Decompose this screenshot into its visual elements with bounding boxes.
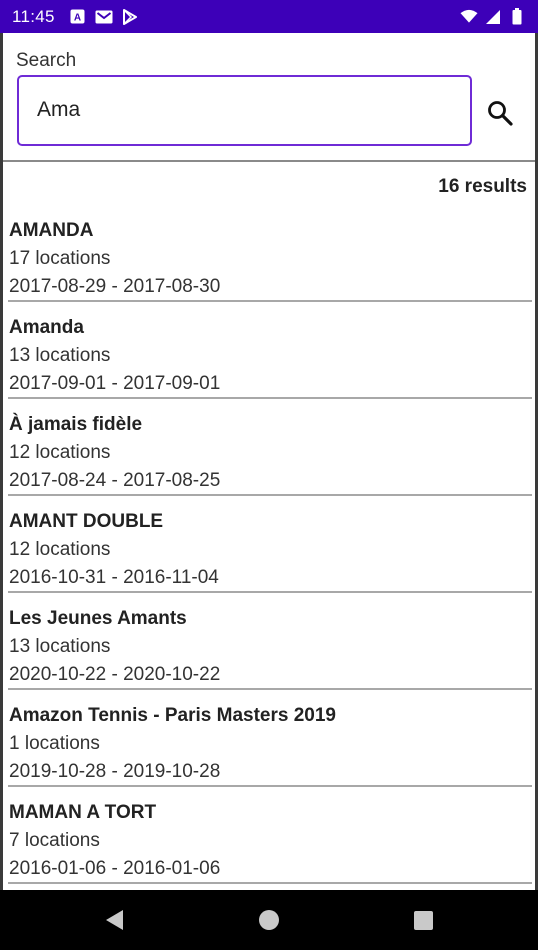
search-field[interactable] xyxy=(17,75,472,146)
search-area: Search xyxy=(3,33,535,161)
item-locations: 1 locations xyxy=(9,733,100,754)
item-title: AMANT DOUBLE xyxy=(9,511,164,532)
search-divider xyxy=(3,160,535,162)
item-divider xyxy=(8,785,532,787)
status-bar: 11:45 A xyxy=(0,0,538,33)
item-title: Amazon Tennis - Paris Masters 2019 xyxy=(9,705,336,726)
list-item[interactable]: AMANDA 17 locations 2017-08-29 - 2017-08… xyxy=(3,214,535,311)
search-icon xyxy=(488,101,513,126)
recents-icon[interactable] xyxy=(414,911,433,930)
item-title: À jamais fidèle xyxy=(9,414,143,435)
back-icon[interactable] xyxy=(104,909,126,931)
list-item[interactable]: Amanda 13 locations 2017-09-01 - 2017-09… xyxy=(3,311,535,408)
item-dates: 2017-08-29 - 2017-08-30 xyxy=(9,276,221,297)
navigation-bar xyxy=(0,890,538,950)
item-title: MAMAN A TORT xyxy=(9,802,157,823)
list-item[interactable]: Les Jeunes Amants 13 locations 2020-10-2… xyxy=(3,602,535,699)
search-input[interactable] xyxy=(37,77,457,143)
item-title: Amanda xyxy=(9,317,84,338)
home-icon[interactable] xyxy=(259,910,279,930)
list-item[interactable]: À jamais fidèle 12 locations 2017-08-24 … xyxy=(3,408,535,505)
item-divider xyxy=(8,688,532,690)
results-list: AMANDA 17 locations 2017-08-29 - 2017-08… xyxy=(3,214,535,893)
item-title: AMANDA xyxy=(9,220,94,241)
system-icons xyxy=(460,8,526,25)
item-dates: 2016-10-31 - 2016-11-04 xyxy=(9,567,219,588)
gmail-icon xyxy=(95,9,113,25)
signal-icon xyxy=(484,9,502,25)
list-item[interactable]: AMANT DOUBLE 12 locations 2016-10-31 - 2… xyxy=(3,505,535,602)
item-title: Les Jeunes Amants xyxy=(9,608,187,629)
search-label: Search xyxy=(16,50,77,71)
item-locations: 17 locations xyxy=(9,248,111,269)
item-divider xyxy=(8,882,532,884)
svg-text:A: A xyxy=(74,13,81,24)
item-dates: 2020-10-22 - 2020-10-22 xyxy=(9,664,221,685)
item-dates: 2019-10-28 - 2019-10-28 xyxy=(9,761,221,782)
item-divider xyxy=(8,300,532,302)
results-count: 16 results xyxy=(438,176,527,197)
search-button[interactable] xyxy=(480,93,520,133)
item-locations: 13 locations xyxy=(9,636,111,657)
item-divider xyxy=(8,591,532,593)
item-divider xyxy=(8,494,532,496)
list-item[interactable]: Amazon Tennis - Paris Masters 2019 1 loc… xyxy=(3,699,535,796)
status-time: 11:45 xyxy=(12,6,55,26)
item-locations: 12 locations xyxy=(9,442,111,463)
item-dates: 2016-01-06 - 2016-01-06 xyxy=(9,858,221,879)
item-dates: 2017-09-01 - 2017-09-01 xyxy=(9,373,221,394)
item-dates: 2017-08-24 - 2017-08-25 xyxy=(9,470,221,491)
item-locations: 7 locations xyxy=(9,830,100,851)
list-item[interactable]: MAMAN A TORT 7 locations 2016-01-06 - 20… xyxy=(3,796,535,893)
item-divider xyxy=(8,397,532,399)
item-locations: 12 locations xyxy=(9,539,111,560)
play-store-icon xyxy=(121,8,139,25)
notification-icons: A xyxy=(69,8,139,25)
a-icon: A xyxy=(69,9,87,25)
item-locations: 13 locations xyxy=(9,345,111,366)
wifi-icon xyxy=(460,9,478,25)
battery-icon xyxy=(508,8,526,25)
